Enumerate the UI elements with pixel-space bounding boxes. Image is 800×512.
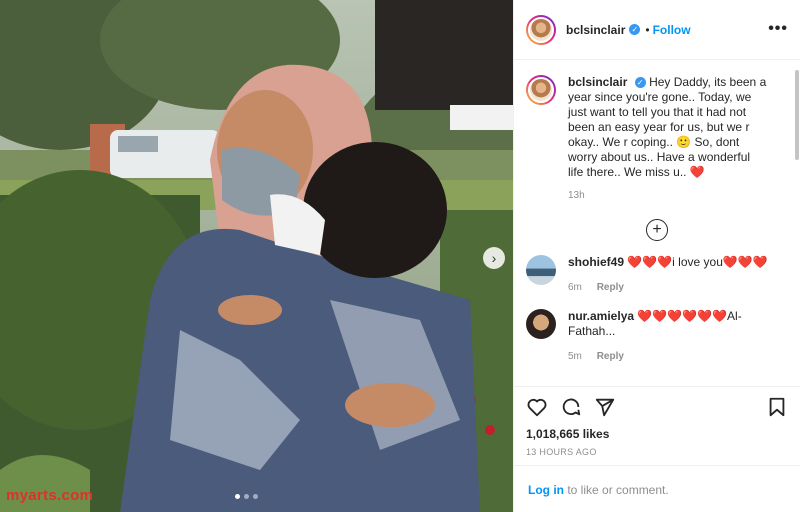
avatar[interactable] [526, 14, 556, 45]
more-options-button[interactable]: ••• [768, 20, 788, 38]
chevron-right-icon: › [491, 250, 497, 266]
post-side-panel: bclsinclair ✓ • Follow ••• bclsinclair ✓… [513, 0, 800, 512]
heart-icon[interactable] [526, 396, 548, 418]
instagram-post: › myarts.com bclsinclair ✓ • Follow ••• … [0, 0, 800, 512]
comments-section[interactable]: bclsinclair ✓ Hey Daddy, its been a year… [514, 61, 800, 386]
comment-item: shohief49 ❤️❤️❤️i love you❤️❤️❤️ 6m Repl… [514, 255, 800, 295]
comment-time: 6m [568, 282, 582, 293]
post-photo[interactable]: › myarts.com [0, 0, 513, 512]
caption-username[interactable]: bclsinclair [568, 75, 627, 89]
posted-time: 13 HOURS AGO [526, 447, 597, 457]
comment-icon[interactable] [560, 396, 582, 418]
login-prompt: Log in to like or comment. [514, 465, 800, 512]
avatar[interactable] [526, 309, 556, 339]
share-icon[interactable] [594, 396, 616, 418]
verified-icon: ✓ [634, 77, 646, 89]
avatar[interactable] [526, 75, 556, 105]
comment-username[interactable]: nur.amielya [568, 309, 634, 323]
reply-button[interactable]: Reply [597, 351, 624, 362]
likes-count[interactable]: 1,018,665 likes [526, 427, 788, 441]
post-actions: 1,018,665 likes 13 HOURS AGO [514, 386, 800, 457]
carousel-dot [235, 494, 240, 499]
comment-item: nur.amielya ❤️❤️❤️❤️❤️❤️Al-Fathah... 5m … [514, 309, 800, 364]
follow-separator: • [645, 22, 650, 37]
watermark: myarts.com [6, 487, 94, 504]
carousel-dot [253, 494, 258, 499]
avatar[interactable] [526, 255, 556, 285]
comment-username[interactable]: shohief49 [568, 255, 624, 269]
carousel-next-button[interactable]: › [483, 247, 505, 269]
login-link[interactable]: Log in [528, 483, 564, 497]
carousel-dot [244, 494, 249, 499]
verified-icon: ✓ [629, 24, 641, 35]
reply-button[interactable]: Reply [597, 282, 624, 293]
plus-circle-icon[interactable]: + [646, 219, 668, 241]
bookmark-icon[interactable] [766, 396, 788, 418]
post-header: bclsinclair ✓ • Follow ••• [514, 0, 800, 60]
caption: bclsinclair ✓ Hey Daddy, its been a year… [514, 61, 800, 203]
author-username[interactable]: bclsinclair [566, 23, 625, 37]
caption-time: 13h [568, 190, 585, 201]
photo-illustration [0, 0, 513, 512]
caption-text: Hey Daddy, its been a year since you're … [568, 75, 767, 179]
login-prompt-text: to like or comment. [564, 483, 669, 497]
comment-text: ❤️❤️❤️i love you❤️❤️❤️ [627, 255, 768, 269]
carousel-dots [235, 494, 258, 499]
comments-scrollbar[interactable] [795, 70, 799, 160]
follow-button[interactable]: Follow [653, 23, 691, 37]
comment-time: 5m [568, 351, 582, 362]
